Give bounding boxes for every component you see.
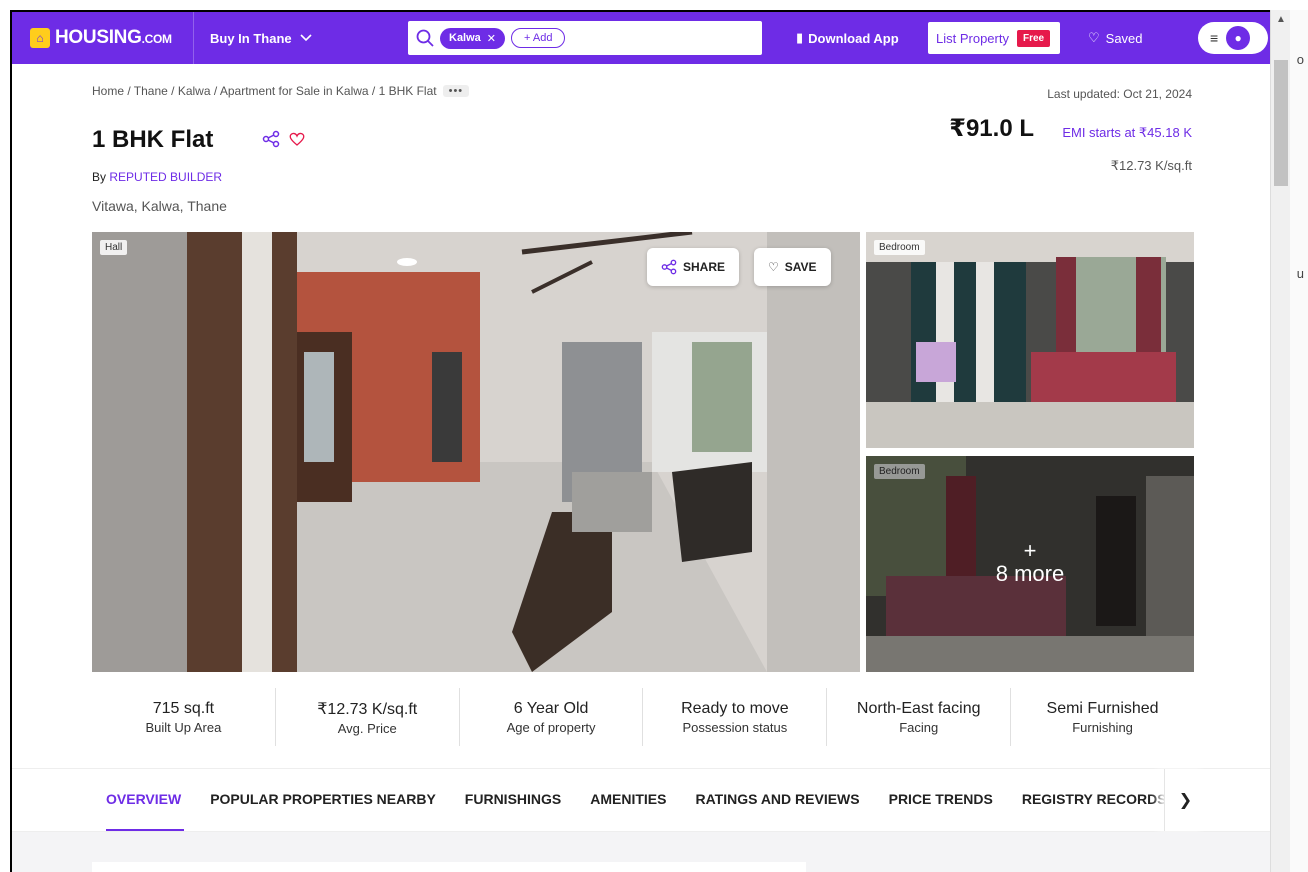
save-label: SAVE: [784, 260, 817, 274]
stat-label: Age of property: [506, 719, 596, 735]
more-photos-count: 8 more: [995, 561, 1065, 586]
heart-icon: ♡: [768, 260, 779, 274]
stat-label: Built Up Area: [145, 719, 222, 735]
close-icon[interactable]: ✕: [487, 32, 496, 45]
stat-possession: Ready to move Possession status: [643, 688, 828, 746]
tab-furnishings[interactable]: FURNISHINGS: [465, 791, 561, 807]
free-badge: Free: [1016, 29, 1051, 47]
more-photos-overlay[interactable]: + 8 more: [866, 456, 1194, 672]
scroll-thumb[interactable]: [1274, 60, 1288, 186]
page-title: 1 BHK Flat: [92, 126, 214, 153]
search-bar[interactable]: Kalwa ✕ + Add: [408, 21, 762, 55]
locality: Vitawa, Kalwa, Thane: [92, 198, 227, 214]
download-app-label: Download App: [808, 30, 899, 46]
tab-popular-properties[interactable]: POPULAR PROPERTIES NEARBY: [210, 791, 436, 807]
chevron-down-icon: [300, 34, 312, 42]
stat-label: Avg. Price: [337, 720, 397, 736]
stat-value: ₹12.73 K/sq.ft: [317, 700, 418, 718]
profile-menu-button[interactable]: ≡ ●: [1198, 22, 1268, 54]
share-icon[interactable]: [262, 130, 280, 148]
content-background: [12, 832, 1270, 872]
tab-ratings-reviews[interactable]: RATINGS AND REVIEWS: [695, 791, 859, 807]
last-updated: Last updated: Oct 21, 2024: [1047, 87, 1192, 101]
bedroom-photo-illustration: [866, 232, 1194, 448]
property-stats: 715 sq.ft Built Up Area ₹12.73 K/sq.ft A…: [92, 688, 1194, 746]
section-tabs: OVERVIEW POPULAR PROPERTIES NEARBY FURNI…: [12, 768, 1270, 832]
tab-amenities[interactable]: AMENITIES: [590, 791, 666, 807]
search-chip-kalwa[interactable]: Kalwa ✕: [440, 27, 506, 49]
side-photo-bedroom[interactable]: Bedroom: [866, 232, 1194, 448]
stat-value: Semi Furnished: [1046, 699, 1159, 717]
price-per-sqft: ₹12.73 K/sq.ft: [1110, 158, 1192, 173]
photo-tag: Hall: [100, 240, 128, 255]
avatar: ●: [1226, 26, 1251, 50]
logo-text: HOUSING.COM: [55, 27, 172, 48]
scrollbar[interactable]: ▲: [1270, 10, 1290, 872]
stat-value: 6 Year Old: [513, 699, 589, 717]
saved-link[interactable]: ♡ Saved: [1088, 30, 1178, 46]
stat-furnishing: Semi Furnished Furnishing: [1011, 688, 1194, 746]
save-button[interactable]: ♡ SAVE: [754, 248, 831, 286]
stat-avg-price: ₹12.73 K/sq.ft Avg. Price: [276, 688, 460, 746]
overview-card: [92, 862, 806, 872]
builder-line: By REPUTED BUILDER: [92, 170, 222, 184]
more-icon[interactable]: •••: [442, 85, 470, 97]
emi-link[interactable]: EMI starts at ₹45.18 K: [1062, 125, 1192, 141]
edge-text: u: [1296, 266, 1304, 281]
search-icon: [416, 29, 434, 47]
stat-label: Facing: [899, 719, 939, 735]
by-label: By: [92, 170, 107, 184]
tab-overview[interactable]: OVERVIEW: [106, 791, 181, 807]
stat-label: Furnishing: [1072, 719, 1133, 735]
tab-registry-records[interactable]: REGISTRY RECORDS: [1022, 791, 1167, 807]
add-location-button[interactable]: + Add: [511, 28, 566, 48]
phone-icon: ▮: [796, 30, 804, 45]
builder-link[interactable]: REPUTED BUILDER: [109, 170, 222, 184]
share-button[interactable]: SHARE: [647, 248, 740, 286]
active-tab-indicator: [106, 829, 184, 831]
list-property-label: List Property: [936, 30, 1009, 46]
stat-value: 715 sq.ft: [152, 699, 215, 717]
share-icon: [661, 259, 677, 275]
side-photo-more[interactable]: Bedroom + 8 more: [866, 456, 1194, 672]
stat-built-up-area: 715 sq.ft Built Up Area: [92, 688, 276, 746]
housing-logo[interactable]: ⌂ HOUSING.COM: [12, 12, 194, 64]
edge-text: o: [1296, 52, 1304, 67]
stat-age: 6 Year Old Age of property: [460, 688, 644, 746]
stat-facing: North-East facing Facing: [827, 688, 1012, 746]
top-navbar: ⌂ HOUSING.COM Buy In Thane Kalwa ✕ + Add…: [12, 12, 1270, 64]
price: ₹91.0 L: [949, 115, 1034, 142]
heart-icon[interactable]: [288, 130, 306, 148]
adjacent-window-edge: o u: [1290, 10, 1308, 872]
stat-value: North-East facing: [856, 699, 981, 717]
buy-in-dropdown[interactable]: Buy In Thane: [210, 31, 408, 46]
breadcrumb-text[interactable]: Home / Thane / Kalwa / Apartment for Sal…: [92, 84, 437, 98]
title-actions: [262, 130, 306, 148]
scroll-up-icon[interactable]: ▲: [1271, 10, 1291, 30]
stat-value: Ready to move: [681, 699, 789, 717]
heart-icon: ♡: [1088, 30, 1100, 45]
main-photo[interactable]: Hall SHARE ♡ SAVE: [92, 232, 860, 672]
list-property-button[interactable]: List Property Free: [928, 22, 1060, 54]
hamburger-icon: ≡: [1210, 30, 1219, 46]
chevron-right-icon[interactable]: ❯: [1164, 769, 1206, 831]
search-chip-label: Kalwa: [449, 32, 481, 44]
buy-in-label: Buy In Thane: [210, 30, 292, 46]
share-label: SHARE: [683, 260, 726, 274]
breadcrumb: Home / Thane / Kalwa / Apartment for Sal…: [92, 84, 470, 98]
house-icon: ⌂: [30, 28, 50, 48]
saved-label: Saved: [1105, 30, 1143, 46]
hall-photo-illustration: [92, 232, 860, 672]
plus-icon: +: [1023, 538, 1037, 563]
tab-price-trends[interactable]: PRICE TRENDS: [889, 791, 993, 807]
stat-label: Possession status: [682, 719, 788, 735]
photo-tag: Bedroom: [874, 240, 925, 255]
download-app-link[interactable]: ▮ Download App: [796, 30, 910, 46]
browser-page: ⌂ HOUSING.COM Buy In Thane Kalwa ✕ + Add…: [10, 10, 1270, 872]
